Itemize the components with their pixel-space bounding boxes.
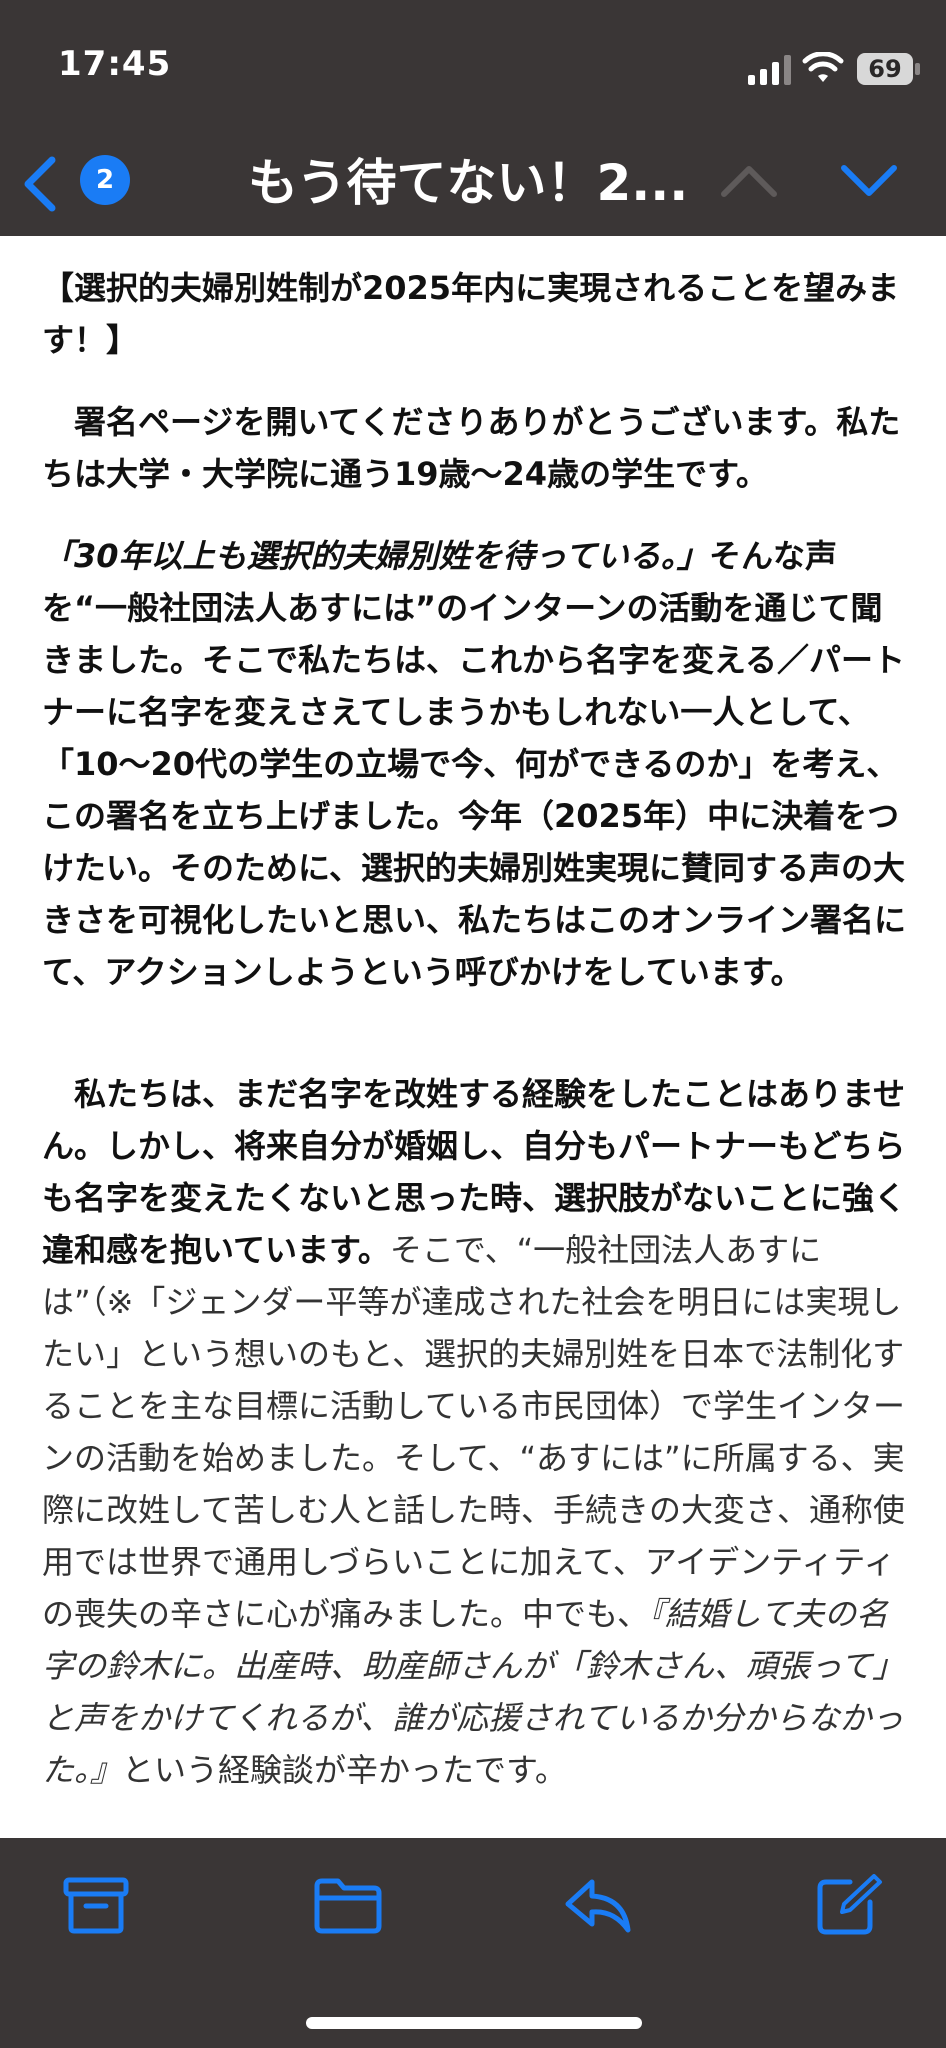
experience-normal-text: そこで、“一般社団法人あすには”（※「ジェンダー平等が達成された社会を明日には実… — [42, 1231, 906, 1633]
wifi-icon — [802, 52, 844, 82]
chevron-up-icon[interactable] — [718, 160, 780, 200]
background-paragraph: 「30年以上も選択的夫婦別姓を待っている。」そんな声を“一般社団法人あすには”の… — [42, 530, 908, 998]
intro-paragraph: 署名ページを開いてくださりありがとうございます。私たちは大学・大学院に通う19歳… — [42, 403, 901, 493]
folder-icon[interactable] — [312, 1874, 384, 1936]
status-time: 17:45 — [58, 44, 172, 84]
background-text: そんな声を“一般社団法人あすには”のインターンの活動を通じて聞きました。そこで私… — [42, 537, 907, 991]
headline-paragraph: 【選択的夫婦別姓制が2025年内に実現されることを望みます！】 — [42, 269, 900, 359]
chevron-down-icon[interactable] — [838, 162, 900, 202]
message-body[interactable]: 【選択的夫婦別姓制が2025年内に実現されることを望みます！】 署名ページを開い… — [0, 236, 946, 1838]
unread-count-badge[interactable]: 2 — [80, 155, 130, 205]
message-title: もう待てない！2... — [248, 154, 689, 212]
experience-paragraph: 私たちは、まだ名字を改姓する経験をしたことはありません。しかし、将来自分が婚姻し… — [42, 1068, 908, 1796]
status-bar: 17:45 69 — [0, 0, 946, 130]
quote-text: 「30年以上も選択的夫婦別姓を待っている。」 — [42, 537, 709, 575]
battery-level: 69 — [868, 55, 902, 83]
reply-icon[interactable] — [562, 1874, 634, 1936]
archive-icon[interactable] — [60, 1874, 132, 1936]
bottom-toolbar — [0, 1838, 946, 2048]
nav-bar: 2 もう待てない！2... — [0, 130, 946, 236]
compose-icon[interactable] — [814, 1874, 886, 1936]
back-chevron-icon[interactable] — [18, 154, 60, 214]
experience-end-text: という経験談が辛かったです。 — [122, 1751, 567, 1789]
signal-icon — [748, 55, 791, 85]
home-indicator[interactable] — [306, 2017, 642, 2029]
